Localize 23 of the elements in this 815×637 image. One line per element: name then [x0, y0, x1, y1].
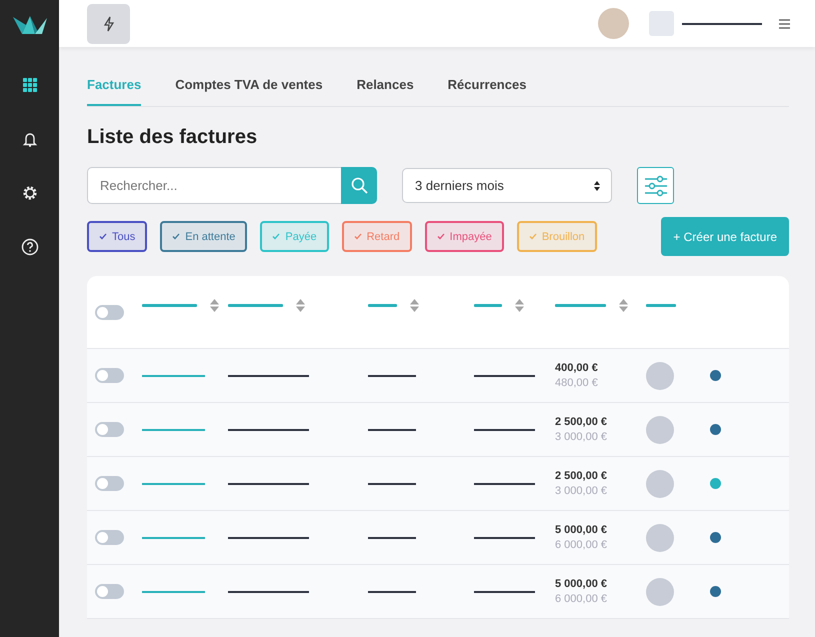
status-filter-chip[interactable]: En attente [160, 221, 248, 252]
tab[interactable]: Comptes TVA de ventes [175, 69, 323, 106]
amount-ht: 2 500,00 € [555, 416, 608, 428]
amount-ht: 2 500,00 € [555, 470, 608, 482]
amount-ht: 5 000,00 € [555, 578, 608, 590]
tab[interactable]: Factures [87, 69, 142, 106]
search-field[interactable]: Rechercher... [87, 167, 341, 204]
amount-ttc: 6 000,00 € [555, 539, 608, 551]
amount-ht: 400,00 € [555, 362, 599, 374]
dropdown-value: 3 derniers mois [415, 178, 504, 193]
status-filter-chip[interactable]: Retard [342, 221, 412, 252]
page-title: Liste des factures [87, 126, 258, 149]
amount-ht: 5 000,00 € [555, 524, 608, 536]
amount-ttc: 3 000,00 € [555, 431, 608, 443]
tab[interactable]: Récurrences [448, 69, 526, 106]
period-dropdown[interactable]: 3 derniers mois [402, 168, 612, 203]
amount-ttc: 6 000,00 € [555, 593, 608, 605]
tab[interactable]: Relances [356, 69, 414, 106]
amount-ttc: 3 000,00 € [555, 485, 608, 497]
status-filter-chip[interactable]: Tous [87, 221, 148, 252]
create-invoice-button[interactable]: + Créer une facture [661, 217, 789, 256]
amount-ttc: 480,00 € [555, 377, 599, 389]
status-filter-chip[interactable]: Impayée [424, 221, 504, 252]
